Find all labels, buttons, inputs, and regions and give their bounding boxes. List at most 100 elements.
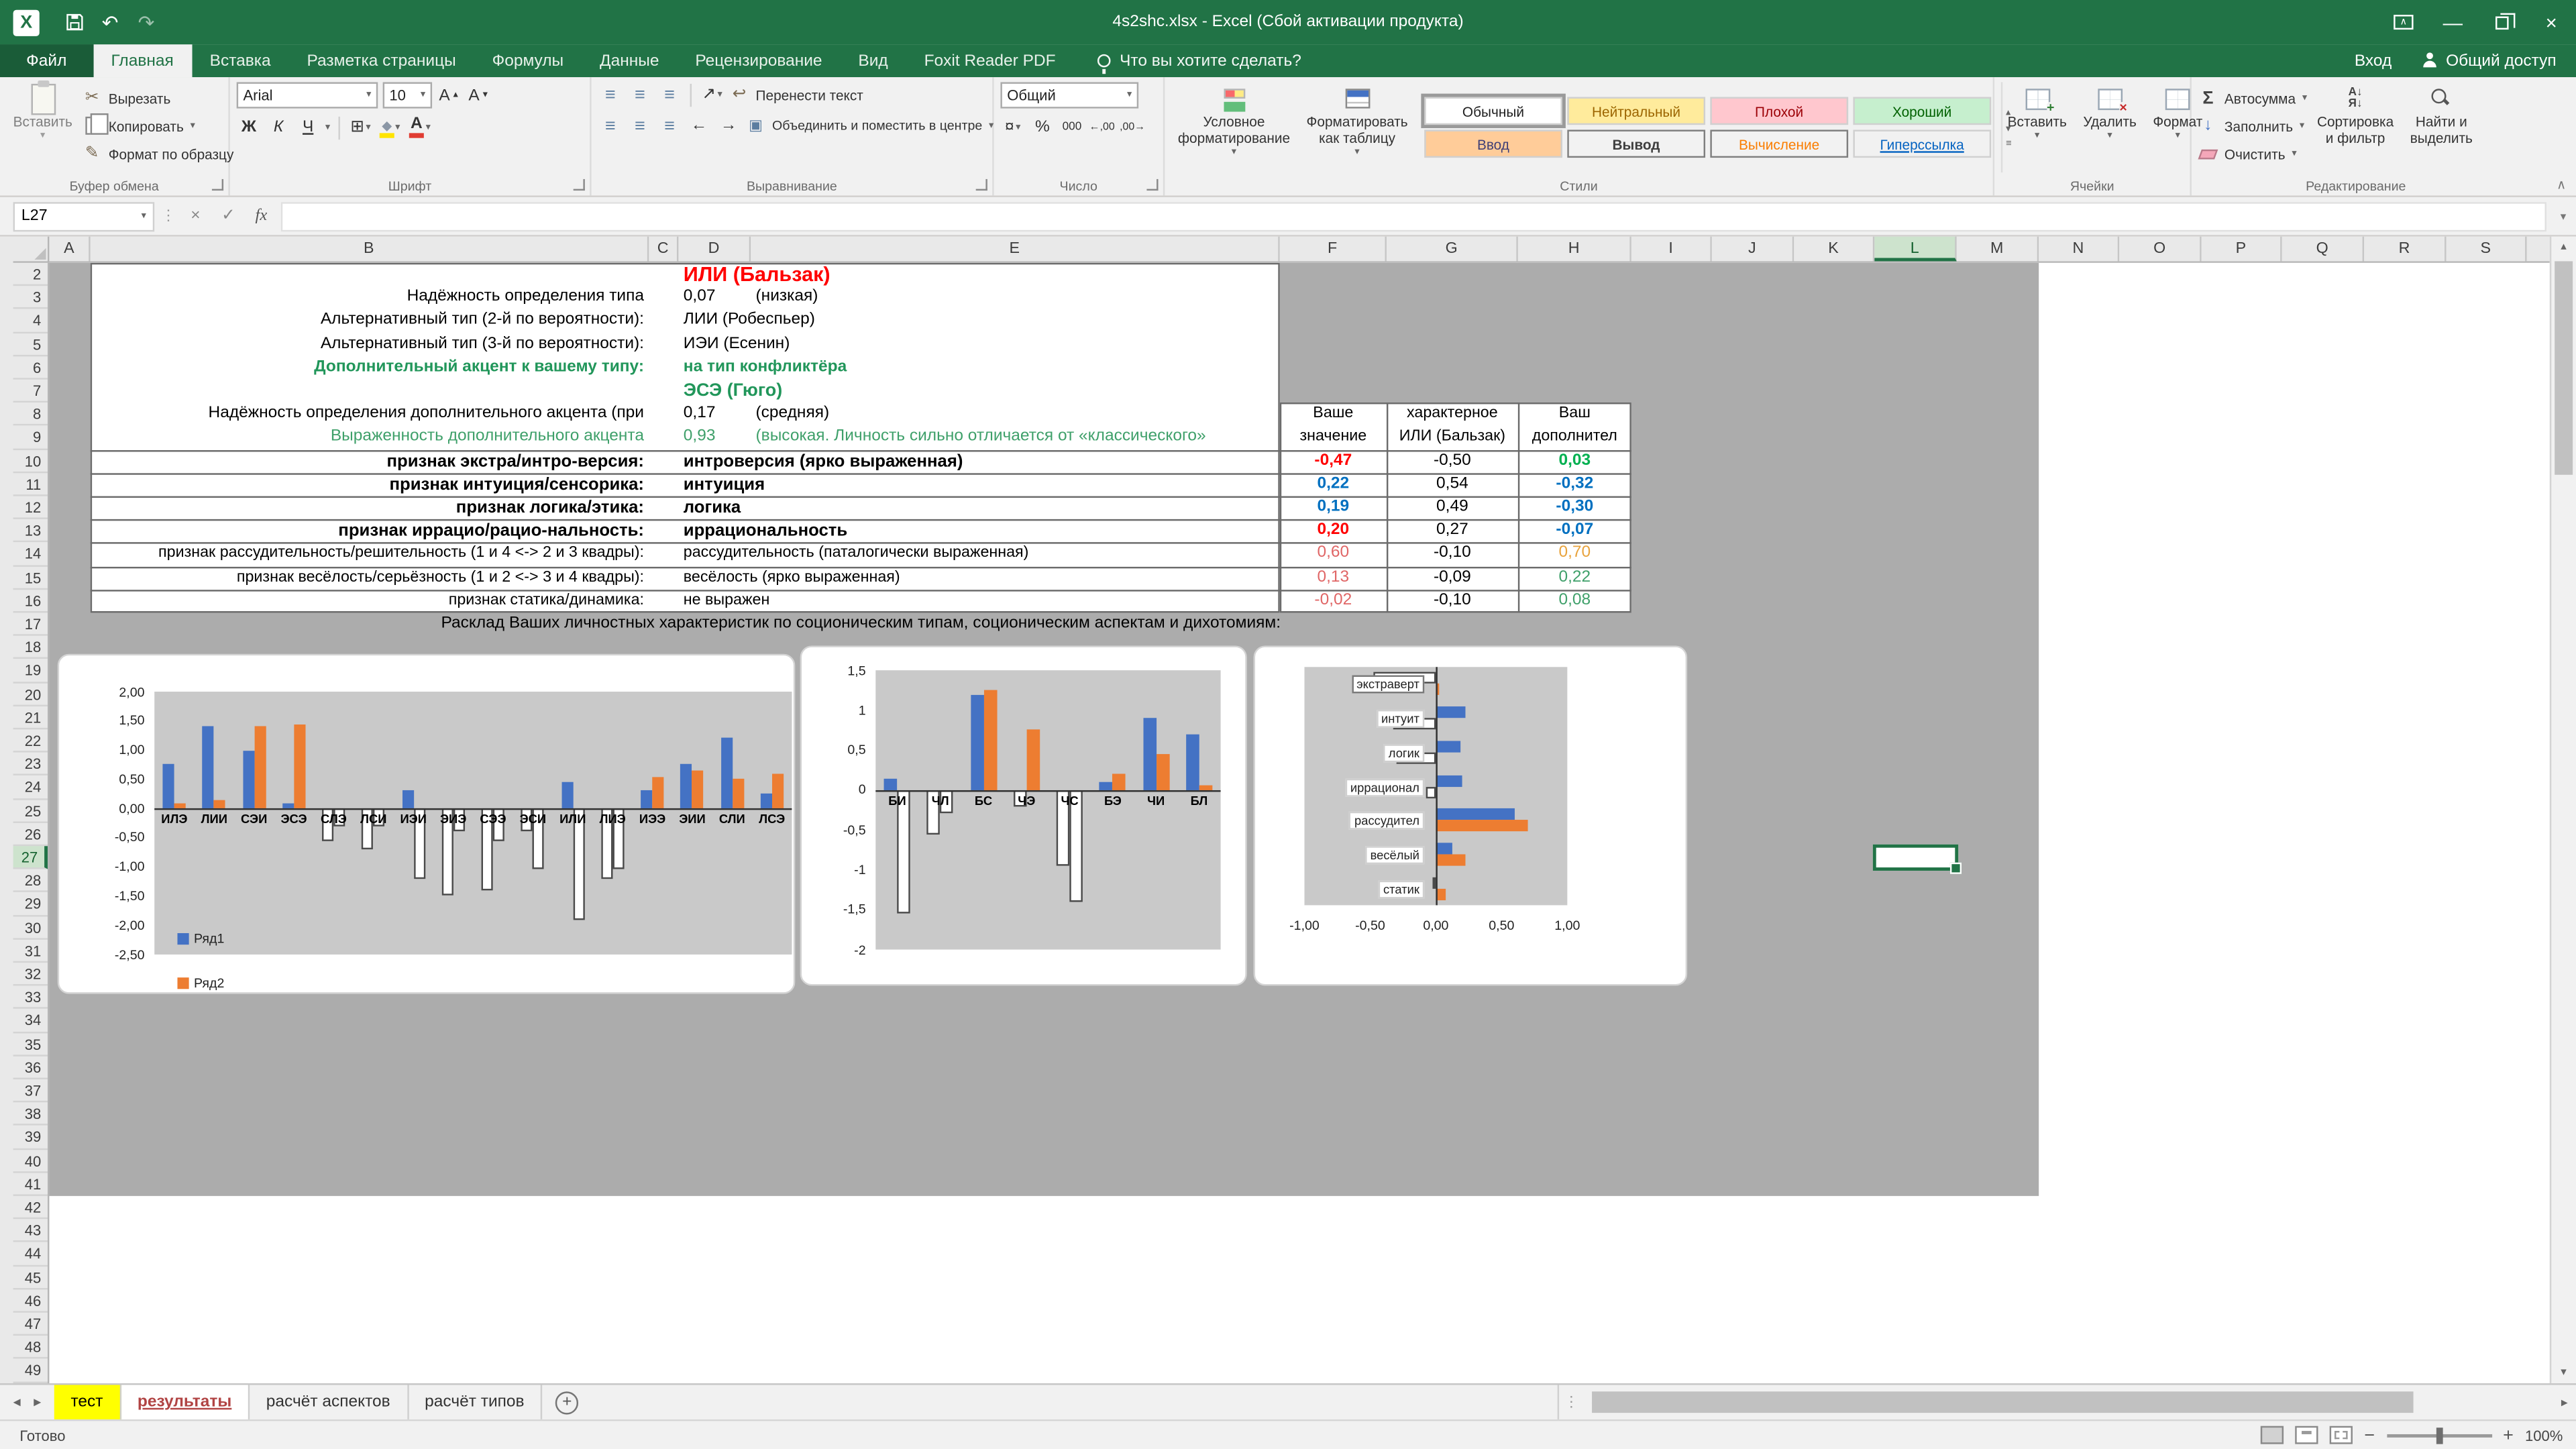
- row-header-32[interactable]: 32: [13, 963, 48, 986]
- row-header-18[interactable]: 18: [13, 636, 48, 659]
- row-header-10[interactable]: 10: [13, 449, 48, 473]
- row-header-15[interactable]: 15: [13, 566, 48, 590]
- autosum-button[interactable]: ΣАвтосумма▾: [2198, 85, 2308, 110]
- row-header-49[interactable]: 49: [13, 1359, 48, 1383]
- column-header-Q[interactable]: Q: [2282, 237, 2364, 262]
- column-header-P[interactable]: P: [2202, 237, 2282, 262]
- fill-button[interactable]: ↓Заполнить▾: [2198, 113, 2308, 138]
- save-button[interactable]: [56, 4, 92, 40]
- ribbon-tab-2[interactable]: Разметка страницы: [289, 44, 474, 77]
- ribbon-display-options-button[interactable]: ∧: [2379, 0, 2428, 44]
- font-size-select[interactable]: 10▾: [383, 82, 432, 108]
- align-right-button[interactable]: ≡: [657, 113, 682, 138]
- cell-style-4[interactable]: Ввод: [1424, 129, 1562, 158]
- font-family-select[interactable]: Arial▾: [237, 82, 378, 108]
- page-break-view-button[interactable]: [2330, 1426, 2353, 1444]
- row-header-36[interactable]: 36: [13, 1056, 48, 1079]
- paste-button[interactable]: Вставить ▾: [7, 82, 79, 172]
- row-header-14[interactable]: 14: [13, 543, 48, 566]
- column-header-K[interactable]: K: [1794, 237, 1874, 262]
- column-header-L[interactable]: L: [1874, 237, 1956, 262]
- cell-style-6[interactable]: Вычисление: [1710, 129, 1848, 158]
- row-header-23[interactable]: 23: [13, 753, 48, 776]
- conditional-formatting-button[interactable]: Условное форматирование ▾: [1171, 82, 1297, 172]
- ribbon-tab-0[interactable]: Главная: [93, 44, 192, 77]
- underline-button[interactable]: Ч: [296, 115, 321, 140]
- row-header-43[interactable]: 43: [13, 1220, 48, 1243]
- number-dialog-launcher[interactable]: [1146, 179, 1158, 191]
- vertical-scroll-thumb[interactable]: [2555, 261, 2573, 474]
- redo-button[interactable]: ↷: [128, 4, 164, 40]
- row-header-44[interactable]: 44: [13, 1242, 48, 1266]
- cancel-formula-button[interactable]: ×: [182, 207, 209, 225]
- row-header-12[interactable]: 12: [13, 496, 48, 520]
- copy-button[interactable]: Копировать▾: [83, 113, 234, 138]
- row-header-13[interactable]: 13: [13, 519, 48, 543]
- row-header-20[interactable]: 20: [13, 683, 48, 706]
- next-sheet-arrow[interactable]: ▸: [34, 1393, 41, 1411]
- column-header-N[interactable]: N: [2039, 237, 2119, 262]
- row-header-48[interactable]: 48: [13, 1336, 48, 1359]
- sign-in-button[interactable]: Вход: [2355, 52, 2392, 70]
- row-header-30[interactable]: 30: [13, 916, 48, 940]
- column-header-B[interactable]: B: [91, 237, 649, 262]
- chart-2[interactable]: 1,510,50-0,5-1-1,5-2БИЧЛБСЧЭЧСБЭЧИБЛ: [800, 645, 1247, 985]
- borders-button[interactable]: ⊞▾: [348, 115, 373, 140]
- decrease-decimal-button[interactable]: ,00→: [1120, 115, 1145, 140]
- row-header-19[interactable]: 19: [13, 659, 48, 683]
- sheet-tab-3[interactable]: расчёт типов: [409, 1385, 543, 1419]
- increase-font-button[interactable]: А▲: [437, 83, 462, 108]
- name-box[interactable]: L27 ▾: [13, 201, 155, 231]
- decrease-indent-button[interactable]: ←: [687, 113, 712, 138]
- zoom-level[interactable]: 100%: [2525, 1427, 2563, 1443]
- insert-function-button[interactable]: fx: [248, 207, 274, 225]
- alignment-dialog-launcher[interactable]: [976, 179, 987, 191]
- row-header-47[interactable]: 47: [13, 1313, 48, 1336]
- ribbon-tab-1[interactable]: Вставка: [192, 44, 289, 77]
- undo-button[interactable]: ↶: [92, 4, 128, 40]
- percent-format-button[interactable]: %: [1030, 115, 1055, 140]
- cell-style-3[interactable]: Хороший: [1853, 97, 1991, 125]
- row-header-29[interactable]: 29: [13, 893, 48, 916]
- zoom-out-button[interactable]: −: [2364, 1425, 2375, 1444]
- zoom-slider[interactable]: [2386, 1434, 2491, 1437]
- minimize-button[interactable]: —: [2428, 0, 2477, 44]
- ribbon-tab-3[interactable]: Формулы: [474, 44, 582, 77]
- close-button[interactable]: ×: [2527, 0, 2576, 44]
- currency-format-button[interactable]: ¤▾: [1000, 115, 1025, 140]
- format-painter-button[interactable]: ✎Формат по образцу: [83, 142, 234, 166]
- cut-button[interactable]: ✂Вырезать: [83, 85, 234, 110]
- comma-format-button[interactable]: 000: [1060, 115, 1085, 140]
- row-header-11[interactable]: 11: [13, 473, 48, 496]
- ribbon-tab-6[interactable]: Вид: [840, 44, 906, 77]
- scroll-right-arrow[interactable]: ▸: [2553, 1395, 2576, 1409]
- row-header-17[interactable]: 17: [13, 612, 48, 636]
- prev-sheet-arrow[interactable]: ◂: [13, 1393, 21, 1411]
- align-left-button[interactable]: ≡: [598, 113, 623, 138]
- excel-app-icon[interactable]: X: [13, 9, 40, 35]
- sheet-tab-1[interactable]: результаты: [121, 1385, 250, 1419]
- column-header-J[interactable]: J: [1712, 237, 1794, 262]
- cell-style-0[interactable]: Обычный: [1424, 97, 1562, 125]
- clipboard-dialog-launcher[interactable]: [212, 179, 223, 191]
- bold-button[interactable]: Ж: [237, 115, 262, 140]
- add-sheet-button[interactable]: +: [555, 1391, 578, 1413]
- column-header-I[interactable]: I: [1631, 237, 1712, 262]
- fill-color-button[interactable]: ◆▾: [378, 115, 402, 140]
- column-header-F[interactable]: F: [1280, 237, 1387, 262]
- page-layout-view-button[interactable]: [2295, 1426, 2318, 1444]
- orientation-button[interactable]: ↗▾: [700, 82, 724, 107]
- italic-button[interactable]: К: [266, 115, 291, 140]
- column-header-E[interactable]: E: [751, 237, 1280, 262]
- column-header-A[interactable]: A: [49, 237, 90, 262]
- maximize-button[interactable]: [2477, 0, 2526, 44]
- row-header-33[interactable]: 33: [13, 986, 48, 1010]
- tab-file[interactable]: Файл: [0, 44, 93, 77]
- column-header-G[interactable]: G: [1387, 237, 1518, 262]
- increase-decimal-button[interactable]: ←,00: [1089, 115, 1115, 140]
- cell-style-5[interactable]: Вывод: [1567, 129, 1705, 158]
- row-header-37[interactable]: 37: [13, 1079, 48, 1103]
- tell-me-box[interactable]: Что вы хотите сделать?: [1097, 44, 1301, 77]
- row-header-27[interactable]: 27: [13, 846, 48, 869]
- cell-style-7[interactable]: Гиперссылка: [1853, 129, 1991, 158]
